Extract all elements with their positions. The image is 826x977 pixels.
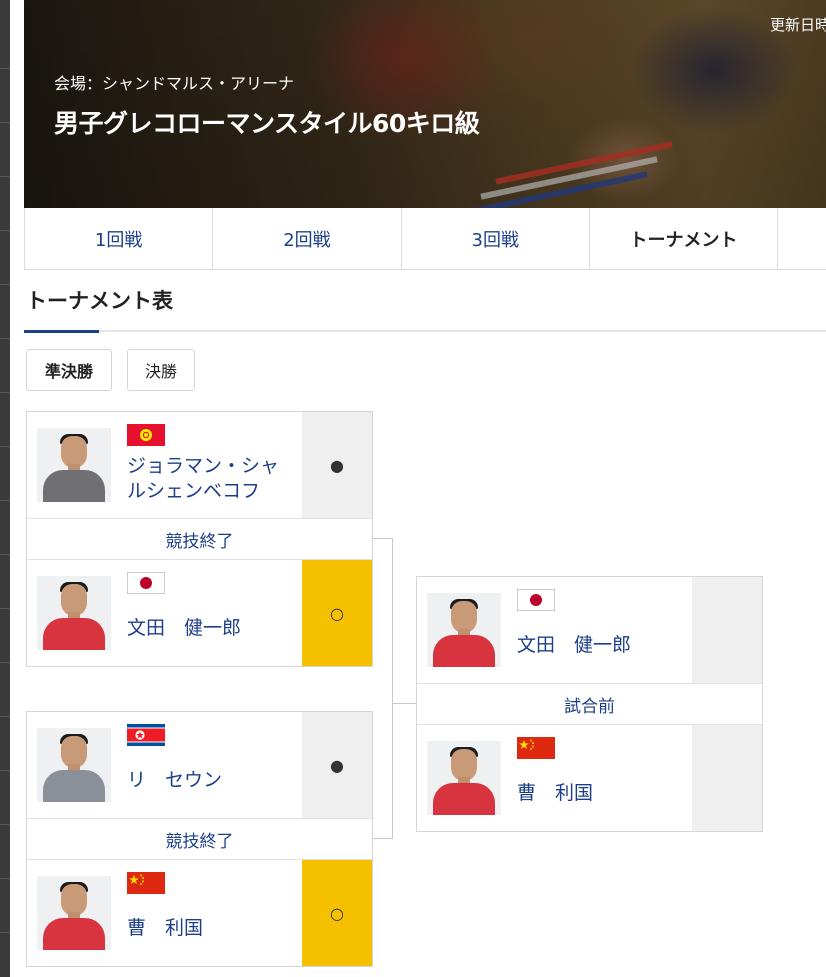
result-pending: [692, 577, 762, 683]
tab-round-1[interactable]: 1回戦: [25, 208, 214, 270]
kyrgyzstan-flag-icon: [127, 424, 165, 446]
section-title: トーナメント表: [26, 289, 173, 313]
player-name[interactable]: 曹 利国: [127, 916, 297, 941]
bracket-connector: [373, 538, 392, 539]
round-tabs: 1回戦 2回戦 3回戦 トーナメント: [24, 208, 826, 270]
venue-label: 会場：: [54, 74, 103, 93]
bracket-connector: [392, 538, 393, 839]
match-status[interactable]: 競技終了: [27, 818, 372, 860]
venue-name: シャンドマルス・アリーナ: [102, 74, 295, 93]
player-row[interactable]: 曹 利国 ○: [27, 860, 372, 966]
player-photo: [427, 593, 501, 667]
player-row[interactable]: 文田 健一郎: [417, 577, 762, 683]
north-korea-flag-icon: [127, 724, 165, 746]
venue-line: 会場：シャンドマルス・アリーナ: [54, 70, 294, 94]
japan-flag-icon: [517, 589, 555, 611]
player-photo: [427, 741, 501, 815]
match-status[interactable]: 競技終了: [27, 518, 372, 560]
semifinal-match-1: ジョラマン・シャルシェンベコフ ● 競技終了 文田 健一郎 ○: [26, 411, 373, 667]
player-row[interactable]: ジョラマン・シャルシェンベコフ ●: [27, 412, 372, 518]
result-win-mark: ○: [302, 860, 372, 966]
player-photo: [37, 428, 111, 502]
bracket-connector: [392, 703, 416, 704]
player-name[interactable]: ジョラマン・シャルシェンベコフ: [127, 454, 297, 504]
semifinal-button[interactable]: 準決勝: [26, 349, 112, 391]
china-flag-icon: [127, 872, 165, 894]
result-win-mark: ○: [302, 560, 372, 666]
section-divider: [24, 330, 826, 332]
tab-round-2[interactable]: 2回戦: [213, 208, 402, 270]
tab-round-3[interactable]: 3回戦: [402, 208, 590, 270]
result-pending: [692, 725, 762, 831]
player-photo: [37, 576, 111, 650]
player-photo: [37, 728, 111, 802]
player-row[interactable]: 文田 健一郎 ○: [27, 560, 372, 666]
final-match: 文田 健一郎 試合前 曹 利国: [416, 576, 763, 832]
window-edge: [0, 0, 10, 977]
player-name[interactable]: 曹 利国: [517, 781, 687, 806]
player-name[interactable]: 文田 健一郎: [517, 633, 687, 658]
player-photo: [37, 876, 111, 950]
player-row[interactable]: リ セウン ●: [27, 712, 372, 818]
section-divider-accent: [24, 330, 99, 333]
result-lose-mark: ●: [302, 712, 372, 818]
player-row[interactable]: 曹 利国: [417, 725, 762, 831]
updated-label: 更新日時: [770, 16, 826, 34]
event-title: 男子グレコローマンスタイル60キロ級: [54, 109, 480, 138]
tab-overflow[interactable]: [778, 208, 826, 270]
player-name[interactable]: 文田 健一郎: [127, 616, 297, 641]
tab-tournament[interactable]: トーナメント: [590, 208, 779, 270]
match-status[interactable]: 試合前: [417, 683, 762, 725]
semifinal-match-2: リ セウン ● 競技終了 曹 利国 ○: [26, 711, 373, 967]
china-flag-icon: [517, 737, 555, 759]
final-button[interactable]: 決勝: [127, 349, 195, 391]
bracket-connector: [373, 838, 392, 839]
player-name[interactable]: リ セウン: [127, 768, 297, 793]
japan-flag-icon: [127, 572, 165, 594]
result-lose-mark: ●: [302, 412, 372, 518]
